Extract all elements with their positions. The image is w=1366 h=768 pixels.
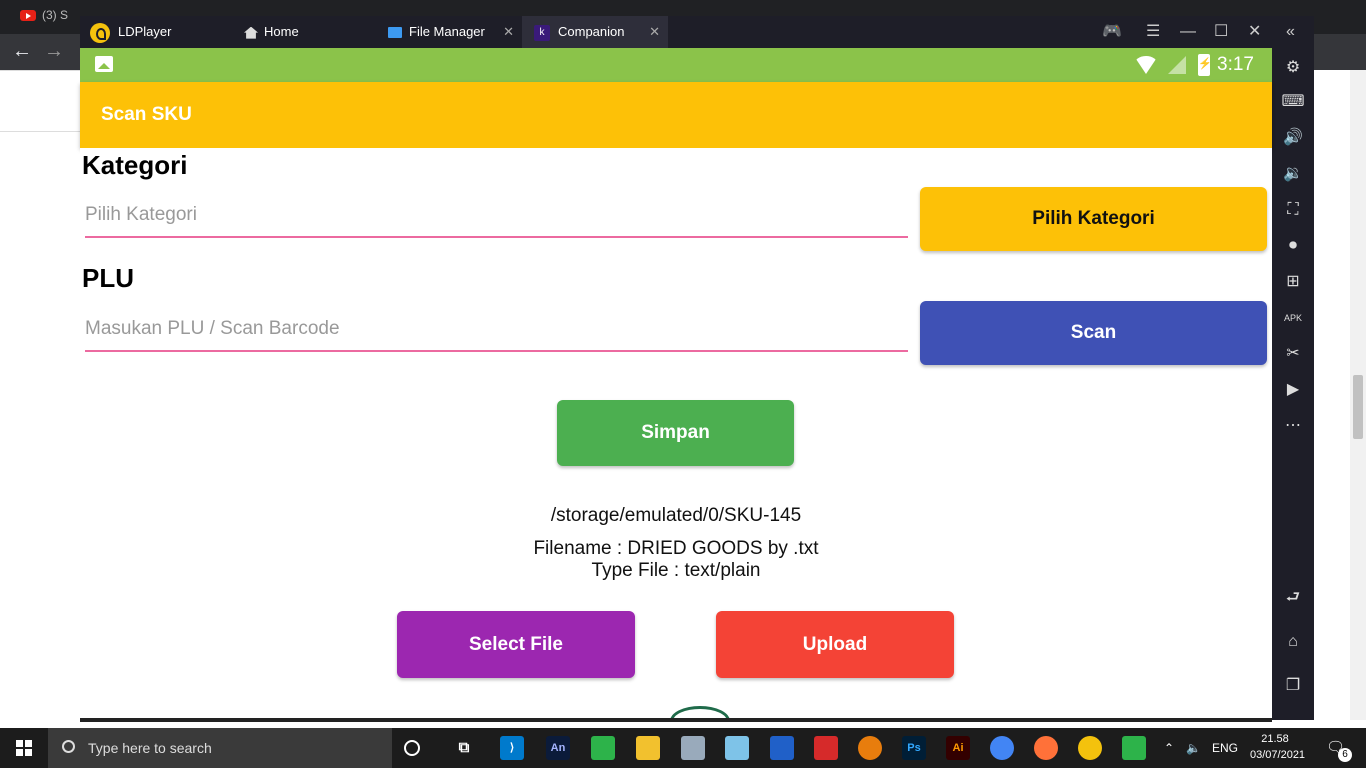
more-icon[interactable]: ⋯	[1281, 414, 1305, 438]
green-app-2-icon[interactable]	[1122, 736, 1146, 760]
malwarebytes-icon[interactable]	[770, 736, 794, 760]
kategori-label: Kategori	[82, 150, 188, 180]
tab-home[interactable]: Home	[244, 16, 374, 48]
tray-chevron-icon[interactable]: ⌃	[1164, 728, 1174, 768]
ldplayer-tab[interactable]: LDPlayer	[90, 16, 230, 48]
illustrator-icon[interactable]: Ai	[946, 736, 970, 760]
notification-count-badge: 6	[1338, 748, 1352, 762]
tab-companion[interactable]: k Companion ✕	[522, 16, 668, 48]
cortana-icon[interactable]	[404, 740, 420, 756]
back-nav-icon[interactable]: ⮐	[1281, 586, 1305, 610]
browser-nav-bar: ← →	[0, 34, 80, 70]
blender-icon[interactable]	[858, 736, 882, 760]
photoshop-icon[interactable]: Ps	[902, 736, 926, 760]
search-icon	[62, 740, 75, 753]
green-app-icon[interactable]	[591, 736, 615, 760]
ldplayer-logo-icon	[90, 22, 110, 43]
youtube-icon	[20, 10, 36, 22]
task-view-icon[interactable]: ⧉	[452, 736, 476, 760]
home-nav-icon[interactable]: ⌂	[1281, 630, 1305, 654]
scissors-icon[interactable]: ✂	[1281, 342, 1305, 366]
file-path: /storage/emulated/0/SKU-145	[550, 505, 802, 526]
windows-taskbar: Type here to search ⧉ ⟩ An Ps Ai ⌃ 🔈 ENG…	[0, 728, 1366, 768]
app-bar: Scan SKU	[80, 82, 1272, 148]
forward-arrow-icon[interactable]: →	[44, 40, 64, 63]
home-icon	[244, 26, 258, 39]
chrome-icon[interactable]	[990, 736, 1014, 760]
windows-start-icon[interactable]	[16, 740, 32, 756]
file-name: Filename : DRIED GOODS by .txt	[533, 538, 819, 559]
minimize-icon[interactable]: —	[1180, 16, 1196, 48]
firefox-icon[interactable]	[1034, 736, 1058, 760]
settings-gear-icon[interactable]: ⚙	[1281, 56, 1305, 80]
file-explorer-icon[interactable]	[636, 736, 660, 760]
wifi-icon	[1134, 56, 1158, 74]
image-notification-icon	[95, 56, 113, 72]
ldplayer-icon[interactable]	[1078, 736, 1102, 760]
scrollbar-thumb[interactable]	[1353, 375, 1363, 439]
collapse-sidebar-icon[interactable]: «	[1286, 16, 1295, 48]
kategori-input[interactable]	[85, 194, 908, 238]
close-tab-icon[interactable]: ✕	[649, 16, 660, 48]
animate-icon[interactable]: An	[546, 736, 570, 760]
select-file-button[interactable]: Select File	[397, 611, 635, 678]
photo-icon[interactable]	[681, 736, 705, 760]
close-tab-icon[interactable]: ✕	[503, 16, 514, 48]
scan-button[interactable]: Scan	[920, 301, 1267, 365]
browser-tab[interactable]: (3) S	[20, 8, 80, 26]
taskbar-clock[interactable]: 21.58 03/07/2021	[1250, 731, 1305, 763]
taskbar-search[interactable]: Type here to search	[48, 728, 392, 768]
vscode-icon[interactable]: ⟩	[500, 736, 524, 760]
tab-file-manager[interactable]: File Manager ✕	[388, 16, 522, 48]
emulator-bottom-border	[80, 718, 1272, 722]
menu-icon[interactable]: ☰	[1146, 16, 1160, 48]
record-icon[interactable]: ⏺	[1281, 234, 1305, 258]
keyboard-icon[interactable]: ⌨	[1281, 90, 1305, 114]
add-window-icon[interactable]: ⊞	[1281, 270, 1305, 294]
sketchup-icon[interactable]	[814, 736, 838, 760]
gamepad-icon[interactable]: 🎮	[1102, 16, 1122, 48]
file-type: Type File : text/plain	[591, 560, 761, 581]
signal-icon	[1168, 56, 1186, 74]
pilih-kategori-button[interactable]: Pilih Kategori	[920, 187, 1267, 251]
apk-install-icon[interactable]: APK	[1281, 306, 1305, 330]
app-content: Kategori Pilih Kategori PLU Scan Simpan …	[80, 148, 1272, 720]
speaker-icon[interactable]: 🔈	[1186, 728, 1201, 768]
battery-icon	[1198, 54, 1212, 76]
language-indicator[interactable]: ENG	[1212, 728, 1238, 768]
close-window-icon[interactable]: ✕	[1248, 16, 1261, 48]
android-status-bar: 3:17	[80, 48, 1272, 82]
video-record-icon[interactable]: ▶	[1281, 378, 1305, 402]
notes-icon[interactable]	[725, 736, 749, 760]
app-title: Scan SKU	[101, 104, 192, 125]
plu-input[interactable]	[85, 308, 908, 352]
browser-page-left	[0, 70, 80, 720]
plu-label: PLU	[82, 263, 134, 293]
recent-apps-icon[interactable]: ❐	[1281, 674, 1305, 698]
fullscreen-icon[interactable]: ⛶	[1281, 198, 1305, 222]
maximize-icon[interactable]: ☐	[1214, 16, 1228, 48]
upload-button[interactable]: Upload	[716, 611, 954, 678]
emulator-sidebar: ⚙ ⌨ 🔊 🔉 ⛶ ⏺ ⊞ APK ✂ ▶ ⋯ ⮐ ⌂ ❐	[1272, 48, 1314, 720]
folder-icon	[388, 27, 402, 39]
browser-scrollbar[interactable]	[1350, 70, 1366, 720]
volume-up-icon[interactable]: 🔊	[1281, 126, 1305, 150]
companion-app-icon: k	[534, 24, 550, 41]
emulator-titlebar: LDPlayer Home File Manager ✕ k Companion …	[80, 16, 1314, 48]
status-time: 3:17	[1217, 54, 1254, 75]
back-arrow-icon[interactable]: ←	[12, 40, 32, 63]
volume-down-icon[interactable]: 🔉	[1281, 162, 1305, 186]
simpan-button[interactable]: Simpan	[557, 400, 794, 466]
